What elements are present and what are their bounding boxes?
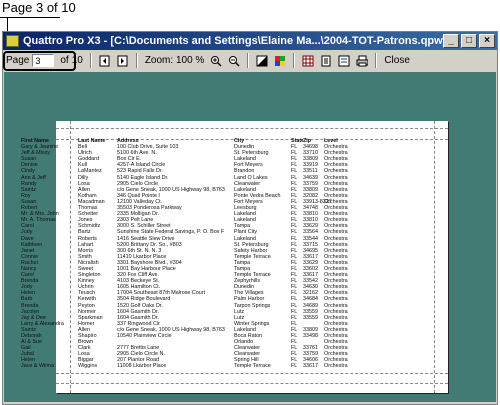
page-indicator-highlight <box>3 51 76 71</box>
footer-margin-guide[interactable] <box>56 383 448 384</box>
toolbar-separator <box>247 53 250 68</box>
table-cell: FL <box>291 363 298 370</box>
print-options-icon[interactable] <box>337 54 351 68</box>
table-cell: Wiggins <box>78 363 98 370</box>
toolbar-separator <box>293 53 296 68</box>
page-setup-icon[interactable] <box>319 54 333 68</box>
maximize-button[interactable]: □ <box>461 34 477 48</box>
title-bar: Quattro Pro X3 - [C:\Documents and Setti… <box>3 32 497 50</box>
color-palette-icon[interactable] <box>273 54 287 68</box>
preview-area[interactable]: First Name Last Name Address City State Zip Le… <box>4 72 496 402</box>
callout-line <box>0 17 60 18</box>
previous-page-icon[interactable] <box>98 54 112 68</box>
callout-label: Page 3 of 10 <box>2 0 76 15</box>
toolbar-separator <box>89 53 92 68</box>
toolbar-separator <box>375 53 378 68</box>
preview-toolbar: Page of 10 Zoom: 100 % <box>3 50 497 71</box>
close-window-button[interactable]: × <box>479 34 495 48</box>
table-cell: Orchestra <box>324 363 348 370</box>
app-icon[interactable] <box>6 35 19 47</box>
color-toggle-icon[interactable] <box>255 54 269 68</box>
print-preview-window: Quattro Pro X3 - [C:\Documents and Setti… <box>2 31 498 405</box>
table-cell: Temple Terrace <box>234 363 271 370</box>
header-margin-guide[interactable] <box>56 128 448 129</box>
table-cell: 10540 Plainview Circle <box>117 333 172 339</box>
margins-icon[interactable] <box>301 54 315 68</box>
zoom-label: Zoom: 100 % <box>144 55 205 66</box>
next-page-icon[interactable] <box>116 54 130 68</box>
zoom-in-icon[interactable] <box>209 54 223 68</box>
window-title: Quattro Pro X3 - [C:\Documents and Setti… <box>23 35 443 47</box>
zoom-out-icon[interactable] <box>227 54 241 68</box>
toolbar-separator <box>135 53 138 68</box>
table-cell: 11008 Lkarbor Place <box>117 363 167 370</box>
minimize-button[interactable]: _ <box>443 34 459 48</box>
right-margin-guide[interactable] <box>434 121 435 393</box>
table-cell: Jace & Wilma <box>21 363 54 370</box>
bottom-margin-guide[interactable] <box>56 373 448 374</box>
close-preview-button[interactable]: Close <box>384 55 410 66</box>
printer-icon[interactable] <box>355 54 369 68</box>
